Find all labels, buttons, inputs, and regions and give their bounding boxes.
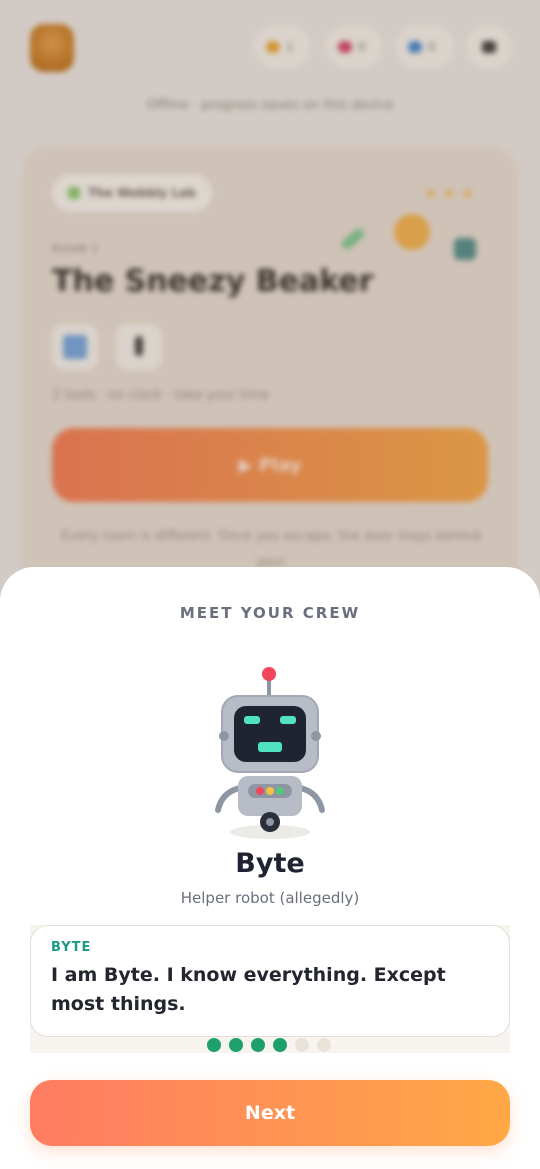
character-name: Byte bbox=[235, 848, 305, 879]
robot-icon bbox=[215, 667, 325, 839]
speech-area: BYTE I am Byte. I know everything. Excep… bbox=[30, 925, 510, 1053]
progress-dot bbox=[317, 1038, 331, 1052]
crew-intro-sheet: MEET YOUR CREW Byte Helper robot (allege… bbox=[0, 567, 540, 1169]
progress-dot bbox=[207, 1038, 221, 1052]
speech-speaker: BYTE bbox=[51, 940, 92, 955]
progress-dot bbox=[273, 1038, 287, 1052]
speech-text: I am Byte. I know everything. Except mos… bbox=[51, 964, 446, 1015]
progress-dot bbox=[229, 1038, 243, 1052]
progress-dot bbox=[251, 1038, 265, 1052]
speech-bubble: BYTE I am Byte. I know everything. Excep… bbox=[30, 925, 510, 1037]
progress-dots bbox=[207, 1038, 331, 1052]
next-button[interactable]: Next bbox=[30, 1080, 510, 1146]
sheet-heading: MEET YOUR CREW bbox=[179, 604, 361, 622]
character-role: Helper robot (allegedly) bbox=[180, 889, 360, 907]
progress-dot bbox=[295, 1038, 309, 1052]
